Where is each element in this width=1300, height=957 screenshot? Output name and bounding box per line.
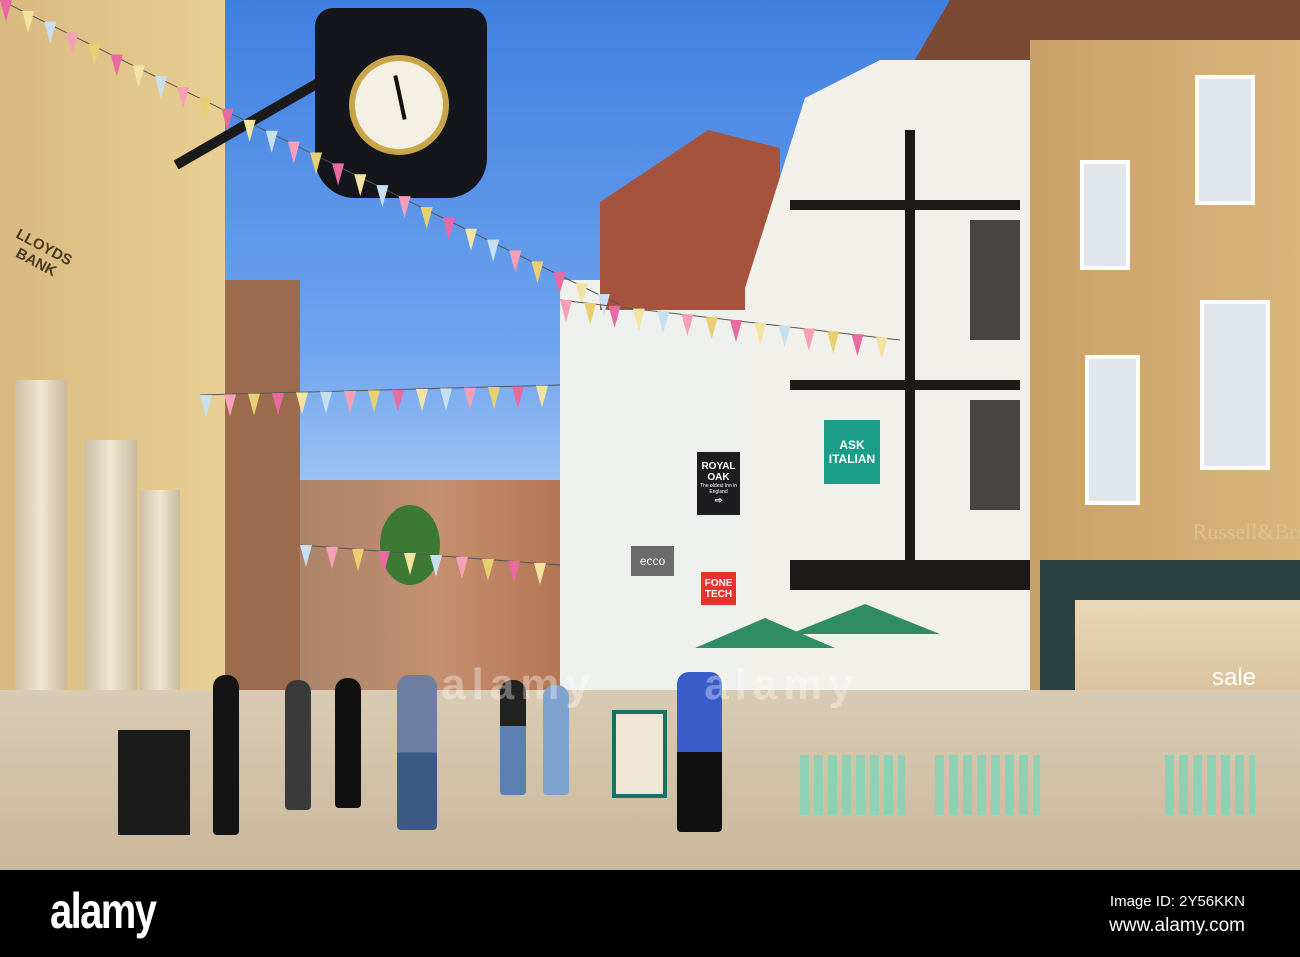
bunting-flag <box>376 185 389 208</box>
bunting-flag <box>66 32 79 55</box>
bunting-flag <box>536 385 548 408</box>
bunting-flag <box>705 317 718 340</box>
bunting-flag <box>487 239 500 262</box>
bunting-flag <box>420 206 433 229</box>
bunting-flag <box>224 394 236 417</box>
bunting-flag <box>534 563 546 585</box>
bunting-flag <box>416 389 428 411</box>
bunting-flag <box>44 21 57 44</box>
bunting-flag <box>827 331 840 354</box>
bunting-flag <box>802 328 815 351</box>
bunting-flag <box>287 141 300 164</box>
alamy-logo: alamy <box>50 883 157 939</box>
bunting-flag <box>482 559 494 581</box>
bunting-flag <box>352 549 364 571</box>
bunting-flag <box>531 261 544 284</box>
bunting-flag <box>456 557 468 579</box>
bunting-flag <box>200 395 212 417</box>
bunting-flag <box>344 391 356 413</box>
bunting-flag <box>440 388 452 411</box>
bunting-flag <box>404 553 416 575</box>
bunting-flag <box>248 393 260 416</box>
bunting-flag <box>354 174 367 197</box>
image-id: Image ID: 2Y56KKN <box>1109 893 1245 910</box>
bunting-flag <box>296 392 308 415</box>
bunting-flag <box>272 393 284 415</box>
bunting-flag <box>754 322 767 345</box>
bunting-flag <box>392 389 404 412</box>
bunting-flags <box>0 0 901 585</box>
bunting-flag <box>553 272 566 295</box>
street-photo: LLOYDS BANK Russell&Bro sale ROYAL OAK T… <box>0 0 1300 870</box>
bunting-flag <box>22 10 35 33</box>
bunting-flag <box>368 390 380 413</box>
bunting-flag <box>221 108 234 131</box>
bunting-flag <box>243 119 256 142</box>
bunting-flag <box>488 387 500 409</box>
bunting-flag <box>0 0 12 22</box>
bunting-flag <box>110 54 123 77</box>
bunting-flag <box>509 250 522 273</box>
bunting-flag <box>177 87 190 110</box>
bunting-flag <box>310 152 322 175</box>
bunting <box>0 0 901 585</box>
bunting-flag <box>442 217 455 240</box>
alamy-url[interactable]: www.alamy.com <box>1109 915 1245 937</box>
alamy-watermark: alamy alamy <box>441 660 859 709</box>
bunting-flag <box>464 387 476 410</box>
bunting-flag <box>332 163 345 186</box>
bunting-flag <box>681 314 694 337</box>
bunting-flag <box>132 65 145 88</box>
bunting-flag <box>608 305 621 328</box>
bunting-flag <box>155 76 167 99</box>
bunting-flag <box>88 43 101 66</box>
bunting-flag <box>398 196 411 219</box>
bunting-flag <box>632 308 645 331</box>
bunting-flag <box>560 300 572 322</box>
bunting-flag <box>300 545 312 567</box>
bunting-flag <box>657 311 670 334</box>
bunting-flag <box>851 334 864 357</box>
bunting-flag <box>584 302 597 325</box>
bunting-flag <box>320 391 332 414</box>
bunting-flag <box>465 228 477 251</box>
bunting-flag <box>199 98 212 121</box>
bunting-flag <box>875 337 888 360</box>
bunting-flag <box>378 551 390 573</box>
bunting-flag <box>778 325 791 348</box>
bunting-flag <box>326 547 338 569</box>
bunting-flag <box>730 320 742 342</box>
bunting-flag <box>430 555 442 577</box>
bunting-flag <box>508 561 520 583</box>
bunting-flag <box>265 130 278 153</box>
bunting-flag <box>512 386 524 409</box>
